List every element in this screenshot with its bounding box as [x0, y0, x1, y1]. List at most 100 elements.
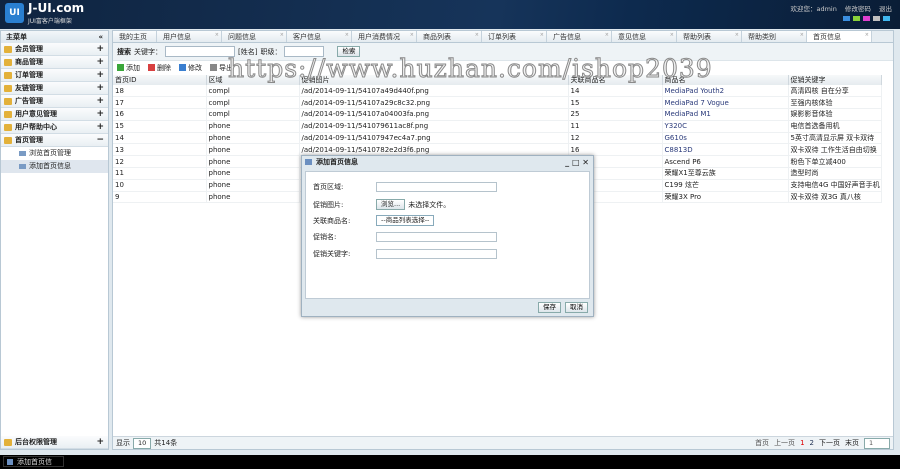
tab-close-icon[interactable]: × — [540, 29, 544, 41]
tab[interactable]: 我的主页 — [113, 31, 157, 42]
tab-close-icon[interactable]: × — [475, 29, 479, 41]
tab[interactable]: 广告信息 × — [547, 31, 612, 42]
theme-purple[interactable] — [863, 16, 870, 21]
column-header[interactable]: 关联商品名 — [568, 75, 663, 85]
page-1[interactable]: 1 — [800, 439, 804, 447]
add-home-dialog: 添加首页信息 _ □ ✕ 首页区域: 促销图片: 浏览... 未选择文件。 关联商品… — [301, 155, 594, 317]
save-button[interactable]: 保存 — [538, 302, 561, 313]
table-cell: C8813D — [662, 143, 789, 157]
expand-icon[interactable]: + — [96, 82, 104, 95]
sidebar-header: 主菜单 « — [1, 31, 108, 43]
page-2[interactable]: 2 — [810, 439, 814, 447]
column-header[interactable]: 促销图片 — [299, 75, 569, 85]
collapse-icon[interactable]: « — [98, 31, 103, 43]
product-select[interactable]: --商品列表选择-- — [376, 215, 435, 226]
sidebar-item-permissions[interactable]: 后台权限管理 + — [1, 436, 108, 449]
tab[interactable]: 用户信息 × — [157, 31, 222, 42]
promo-name-input[interactable] — [376, 232, 497, 242]
sidebar-item-help[interactable]: 用户帮助中心 + — [1, 121, 108, 134]
sidebar-item-goods[interactable]: 商品管理 + — [1, 56, 108, 69]
table-row[interactable]: 14 phone/ad/2014-09-11/54107947ec4a7.png 1… — [113, 132, 882, 145]
table-row[interactable]: 13 phone/ad/2014-09-11/5410782e2d3f6.png 1… — [113, 143, 882, 157]
sidebar-item-ads[interactable]: 广告管理 + — [1, 95, 108, 108]
scrollbar[interactable] — [894, 30, 900, 450]
expand-icon[interactable]: + — [96, 121, 104, 134]
search-button[interactable]: 检索 — [337, 46, 361, 57]
tab-close-icon[interactable]: × — [865, 29, 869, 41]
tab-close-icon[interactable]: × — [605, 29, 609, 41]
sidebar-subitem-add-home[interactable]: 添加首页信息 — [1, 160, 108, 173]
tab[interactable]: 帮助列表 × — [677, 31, 742, 42]
theme-green[interactable] — [853, 16, 860, 21]
taskbar-item[interactable]: 添加首页信 — [3, 456, 64, 467]
total-count: 共14条 — [154, 439, 178, 447]
tab-close-icon[interactable]: × — [410, 29, 414, 41]
promo-keyword-input[interactable] — [376, 249, 497, 259]
tab[interactable]: 问题信息 × — [222, 31, 287, 42]
column-header[interactable]: 区域 — [206, 75, 300, 85]
expand-icon[interactable]: + — [96, 56, 104, 69]
close-icon[interactable]: ✕ — [582, 158, 589, 167]
theme-silver[interactable] — [873, 16, 880, 21]
sidebar-item-orders[interactable]: 订单管理 + — [1, 69, 108, 82]
last-page-button[interactable]: 末页 — [845, 438, 859, 448]
tab-close-icon[interactable]: × — [345, 29, 349, 41]
tab-close-icon[interactable]: × — [670, 29, 674, 41]
goto-page-input[interactable]: 1 — [864, 437, 890, 449]
tab[interactable]: 意见信息 × — [612, 31, 677, 42]
sidebar-item-label: 后台权限管理 — [15, 438, 57, 446]
sidebar-subitem-browse-home[interactable]: 浏览首页管理 — [1, 147, 108, 160]
expand-icon[interactable]: + — [96, 69, 104, 82]
tab[interactable]: 帮助类别 × — [742, 31, 807, 42]
first-page-button[interactable]: 首页 — [755, 438, 769, 448]
theme-blue[interactable] — [843, 16, 850, 21]
region-input[interactable] — [376, 182, 497, 192]
tab[interactable]: 订单列表 × — [482, 31, 547, 42]
tab-close-icon[interactable]: × — [735, 29, 739, 41]
expand-icon[interactable]: + — [96, 108, 104, 121]
tab[interactable]: 商品列表 × — [417, 31, 482, 42]
table-row[interactable]: 15 phone/ad/2014-09-11/541079611ac8f.png 1… — [113, 120, 882, 133]
sidebar-item-member[interactable]: 会员管理 + — [1, 43, 108, 56]
expand-icon[interactable]: + — [96, 43, 104, 56]
tab-close-icon[interactable]: × — [800, 29, 804, 41]
browse-button[interactable]: 浏览... — [376, 199, 406, 210]
table-row[interactable]: 18 compl/ad/2014-09-11/54107a49d440f.png 1… — [113, 85, 882, 98]
change-password-link[interactable]: 修改密码 — [845, 5, 871, 13]
expand-icon[interactable]: + — [96, 95, 104, 108]
export-button[interactable]: 导出 — [210, 63, 233, 73]
maximize-icon[interactable]: □ — [572, 158, 582, 167]
next-page-button[interactable]: 下一页 — [819, 438, 840, 448]
sidebar-item-feedback[interactable]: 用户意见管理 + — [1, 108, 108, 121]
column-header[interactable]: 商品名 — [662, 75, 789, 85]
logout-link[interactable]: 退出 — [879, 5, 892, 13]
logo: UI — [5, 3, 24, 23]
table-row[interactable]: 16 compl/ad/2014-09-11/54107a04003fa.png 2… — [113, 108, 882, 121]
sidebar-item-label: 会员管理 — [15, 45, 43, 53]
edit-button[interactable]: 修改 — [179, 63, 202, 73]
table-row[interactable]: 17 compl/ad/2014-09-11/54107a29c8c32.png 1… — [113, 96, 882, 110]
table-cell: 12 — [568, 132, 663, 145]
column-header[interactable]: 促销关键字 — [788, 75, 882, 85]
column-header[interactable]: 首页ID — [113, 75, 207, 85]
tab-close-icon[interactable]: × — [280, 29, 284, 41]
cancel-button[interactable]: 取消 — [565, 302, 588, 313]
dialog-title-bar[interactable]: 添加首页信息 _ □ ✕ — [302, 156, 593, 169]
collapse-icon[interactable]: − — [96, 134, 104, 147]
theme-azure[interactable] — [883, 16, 890, 21]
delete-button[interactable]: 删除 — [148, 63, 171, 73]
level-input[interactable] — [284, 46, 325, 57]
page-size-select[interactable]: 10 — [133, 437, 152, 449]
add-button[interactable]: 添加 — [117, 63, 140, 73]
sidebar-item-links[interactable]: 友链管理 + — [1, 82, 108, 95]
tab[interactable]: 客户信息 × — [287, 31, 352, 42]
image-label: 促销图片: — [313, 200, 344, 209]
tab-close-icon[interactable]: × — [215, 29, 219, 41]
tab[interactable]: 用户消费情况 × — [352, 31, 417, 42]
prev-page-button[interactable]: 上一页 — [774, 438, 795, 448]
tab[interactable]: 首页信息 × — [807, 31, 872, 42]
keyword-input[interactable] — [165, 46, 235, 57]
sidebar-item-home[interactable]: 首页管理 − — [1, 134, 108, 147]
minimize-icon[interactable]: _ — [565, 158, 572, 167]
expand-icon[interactable]: + — [96, 436, 104, 449]
